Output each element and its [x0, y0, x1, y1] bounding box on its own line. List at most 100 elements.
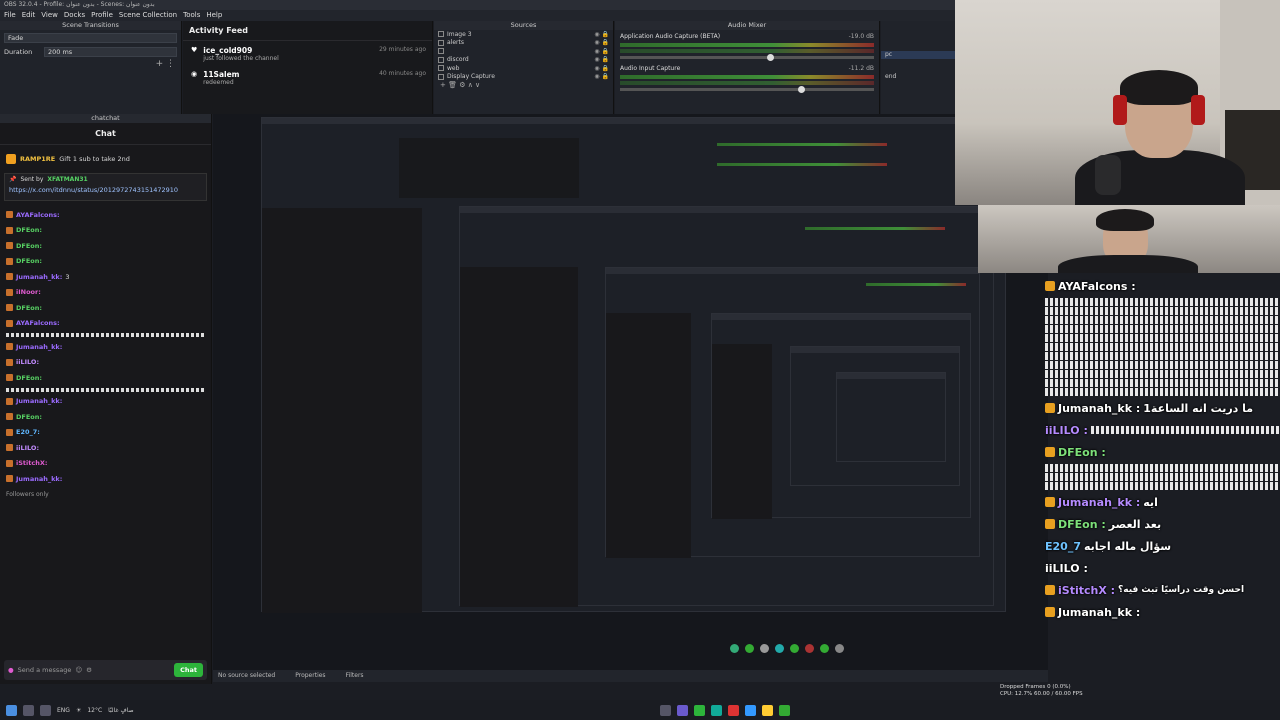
chat-title: Chat [95, 129, 116, 138]
source-item[interactable]: web ◉ 🔒 [434, 64, 613, 73]
volume-slider[interactable] [620, 86, 874, 93]
menu-file[interactable]: File [4, 10, 16, 21]
control-icon[interactable] [760, 643, 769, 653]
eye-icon[interactable]: ◉ 🔒 [594, 65, 609, 72]
chat-user[interactable]: AYAFalcons: [16, 319, 60, 327]
control-icon[interactable] [805, 643, 814, 653]
gift-banner[interactable]: RAMP1RE Gift 1 sub to take 2nd [6, 149, 205, 169]
chat-user[interactable]: DFEon: [16, 257, 42, 265]
source-toolbar[interactable]: + 🗑 ⚙ ∧ ∨ [434, 81, 613, 89]
language-indicator[interactable]: ENG [57, 707, 70, 714]
source-item[interactable]: ◉ 🔒 [434, 47, 613, 56]
taskbar-app-icon[interactable] [727, 704, 739, 716]
taskbar-app-icon[interactable] [676, 704, 688, 716]
eye-icon[interactable]: ◉ 🔒 [594, 56, 609, 63]
nested-chat [262, 208, 422, 613]
chat-user[interactable]: AYAFalcons: [16, 211, 60, 219]
menu-view[interactable]: View [41, 10, 58, 21]
badge-icon [1045, 585, 1055, 595]
taskbar-app-icon[interactable] [761, 704, 773, 716]
badge-icon [1045, 447, 1055, 457]
chat-messages: AYAFalcons: DFEon: DFEon: DFEon: Jumanah… [0, 203, 211, 506]
chat-user[interactable]: DFEon: [16, 242, 42, 250]
gift-user[interactable]: RAMP1RE [20, 155, 55, 163]
control-icon[interactable] [790, 643, 799, 653]
volume-meter [620, 75, 874, 79]
chat-user[interactable]: DFEon: [16, 413, 42, 421]
preview-canvas[interactable] [213, 114, 1048, 670]
filters-button[interactable]: Filters [346, 670, 364, 682]
chat-user[interactable]: iStitchX: [16, 459, 47, 467]
chat-send-button[interactable]: Chat [174, 663, 203, 677]
properties-button[interactable]: Properties [295, 670, 325, 682]
pinned-message[interactable]: 📌 Sent by XFATMAN31 https://x.com/itdnnu… [4, 173, 207, 201]
chat-user[interactable]: DFEon: [16, 304, 42, 312]
overlay-text: بعد العصر [1108, 517, 1162, 531]
chat-user[interactable]: E20_7: [16, 428, 40, 436]
mic-icon[interactable]: ● [8, 666, 14, 674]
scene-item[interactable]: end [881, 73, 955, 81]
activity-user[interactable]: ice_cold909 [203, 46, 278, 55]
control-icon[interactable] [775, 643, 784, 653]
chat-user[interactable]: DFEon: [16, 374, 42, 382]
taskbar-app-icon[interactable] [40, 704, 51, 716]
activity-time: 29 minutes ago [379, 46, 426, 53]
menu-profile[interactable]: Profile [91, 10, 113, 21]
activity-time: 40 minutes ago [379, 70, 426, 77]
chat-user[interactable]: Jumanah_kk: [16, 475, 62, 483]
control-icon[interactable] [835, 643, 844, 653]
eye-icon[interactable]: ◉ 🔒 [594, 39, 609, 46]
source-label: web [447, 64, 460, 72]
control-icon[interactable] [730, 643, 739, 653]
taskbar-app-icon[interactable] [778, 704, 790, 716]
weather-icon: ☀ [75, 706, 82, 714]
source-item[interactable]: alerts ◉ 🔒 [434, 39, 613, 48]
add-icon[interactable]: + ⋮ [156, 59, 175, 69]
taskbar-app-icon[interactable] [23, 704, 34, 716]
chat-user[interactable]: Jumanah_kk: [16, 397, 62, 405]
duration-input[interactable]: 200 ms [44, 47, 177, 57]
chat-user[interactable]: iiLILO: [16, 358, 39, 366]
taskbar-app-icon[interactable] [744, 704, 756, 716]
activity-user[interactable]: 11Salem [203, 70, 239, 79]
source-item[interactable]: Display Capture ◉ 🔒 [434, 73, 613, 82]
menu-scene-collection[interactable]: Scene Collection [119, 10, 177, 21]
pin-user[interactable]: XFATMAN31 [47, 176, 87, 183]
chat-user[interactable]: iINoor: [16, 288, 41, 296]
control-icon[interactable] [745, 643, 754, 653]
transition-select[interactable]: Fade [4, 33, 177, 43]
scene-transitions-dock: Scene Transitions Fade Duration 200 ms +… [0, 21, 182, 114]
taskbar-app-icon[interactable] [710, 704, 722, 716]
source-item[interactable]: discord ◉ 🔒 [434, 56, 613, 65]
eye-icon[interactable]: ◉ 🔒 [594, 31, 609, 38]
menu-edit[interactable]: Edit [22, 10, 36, 21]
emote-icon[interactable]: ☺ [75, 666, 82, 674]
badge-icon [1045, 281, 1055, 291]
start-icon[interactable] [6, 704, 17, 716]
pin-link[interactable]: https://x.com/itdnnu/status/201297274315… [9, 186, 202, 194]
volume-slider[interactable] [620, 54, 874, 61]
overlay-user: DFEon : [1058, 445, 1106, 459]
control-icon[interactable] [820, 643, 829, 653]
menu-docks[interactable]: Docks [64, 10, 85, 21]
taskbar-app-icon[interactable] [693, 704, 705, 716]
chat-user[interactable]: iiLILO: [16, 444, 39, 452]
scene-item[interactable]: pc [881, 51, 955, 59]
badge-icon [6, 273, 13, 281]
menu-tools[interactable]: Tools [183, 10, 200, 21]
slider-knob[interactable] [767, 54, 775, 61]
source-item[interactable]: Image 3 ◉ 🔒 [434, 30, 613, 39]
chat-user[interactable]: Jumanah_kk: [16, 273, 62, 281]
nested-preview-2 [459, 206, 994, 607]
chat-input[interactable]: Send a message [18, 666, 72, 674]
eye-icon[interactable]: ◉ 🔒 [594, 48, 609, 55]
browser-icon [438, 48, 444, 55]
menu-help[interactable]: Help [206, 10, 222, 21]
slider-knob[interactable] [797, 86, 805, 93]
nested-chat [712, 344, 772, 519]
settings-icon[interactable]: ⚙ [86, 666, 92, 674]
eye-icon[interactable]: ◉ 🔒 [594, 73, 609, 80]
chat-user[interactable]: DFEon: [16, 226, 42, 234]
taskbar-app-icon[interactable] [659, 704, 671, 716]
chat-user[interactable]: Jumanah_kk: [16, 343, 62, 351]
